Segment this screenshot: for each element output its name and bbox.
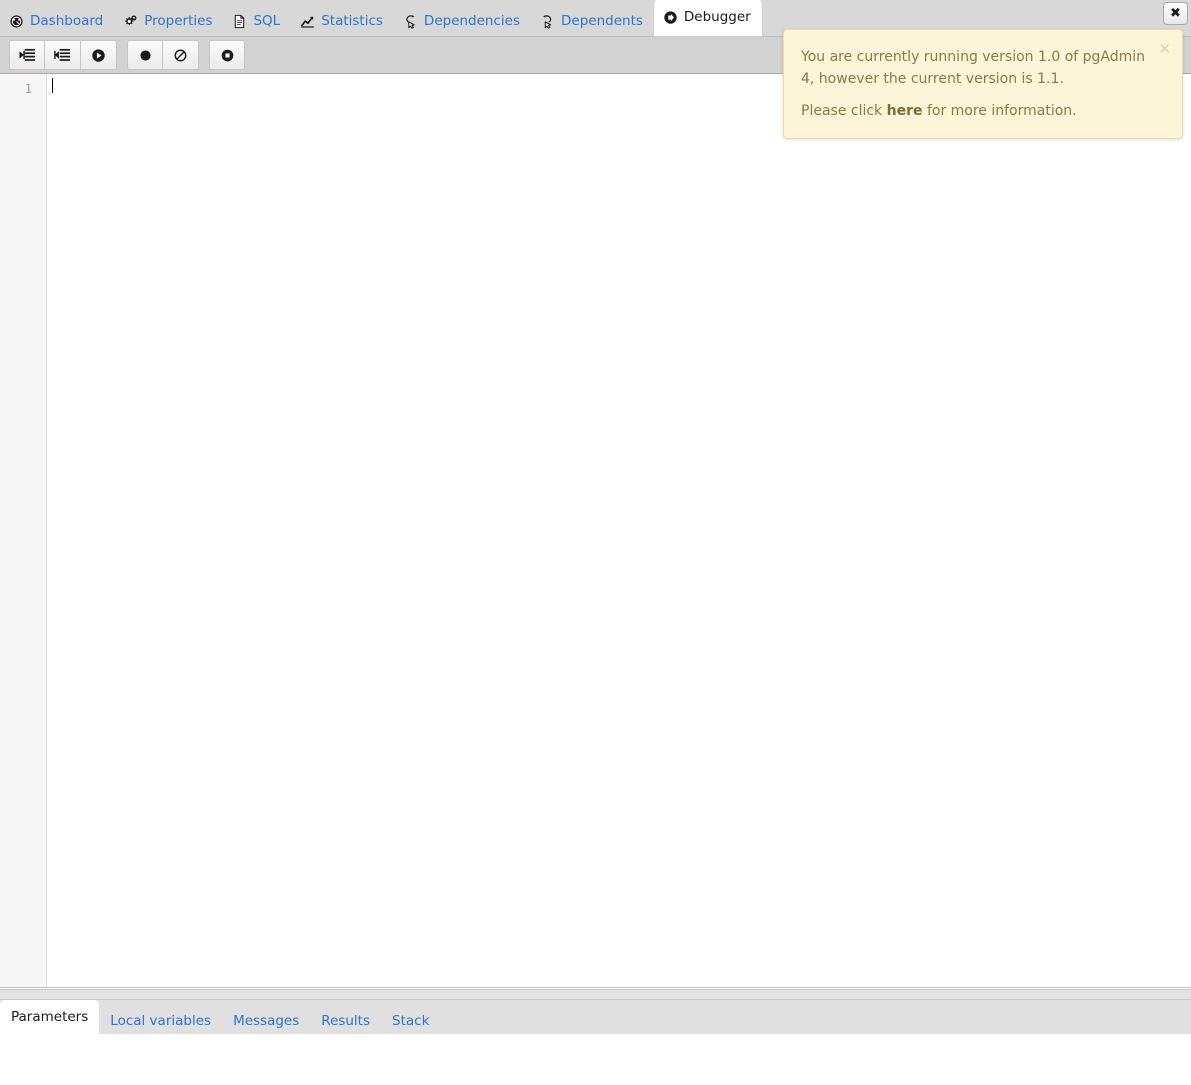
- bottom-tab-results[interactable]: Results: [310, 1008, 381, 1034]
- play-circle-icon: [91, 48, 106, 63]
- clear-breakpoints-button[interactable]: [163, 40, 199, 70]
- bottom-tab-label-stack: Stack: [392, 1013, 429, 1029]
- debugger-code-editor[interactable]: 1: [0, 74, 1191, 988]
- breakpoint-filled-circle-icon: [138, 48, 153, 63]
- stop-button[interactable]: [209, 40, 245, 70]
- tab-statistics[interactable]: Statistics: [291, 7, 394, 36]
- bottom-tab-parameters[interactable]: Parameters: [0, 1000, 99, 1034]
- debugger-bottom-panel: Parameters Local variables Messages Resu…: [0, 1000, 1191, 1085]
- version-notification: × You are currently running version 1.0 …: [783, 29, 1183, 139]
- step-over-icon: [54, 48, 71, 62]
- tab-label-dependents: Dependents: [561, 7, 643, 36]
- tab-label-properties: Properties: [144, 7, 212, 36]
- notification-here-link[interactable]: here: [887, 103, 923, 119]
- notification-close-icon[interactable]: ×: [1158, 41, 1171, 56]
- bottom-tab-messages[interactable]: Messages: [222, 1008, 310, 1034]
- continue-button[interactable]: [81, 40, 117, 70]
- notification-text-before: Please click: [801, 103, 887, 119]
- dependent-link-icon: [540, 14, 555, 29]
- no-entry-circle-icon: [173, 48, 188, 63]
- tab-label-sql: SQL: [253, 7, 280, 36]
- object-tabs: Dashboard Properties: [0, 0, 762, 36]
- pgadmin-debugger-window: Dashboard Properties: [0, 0, 1191, 1085]
- bottom-tab-label-parameters: Parameters: [11, 1009, 88, 1025]
- bottom-tab-stack[interactable]: Stack: [381, 1008, 440, 1034]
- stop-square-circle-icon: [220, 48, 235, 63]
- debugger-toolbar-buttons: [9, 40, 245, 70]
- bottom-tab-label-local-variables: Local variables: [110, 1013, 211, 1029]
- tab-sql[interactable]: SQL: [223, 7, 291, 36]
- tab-label-statistics: Statistics: [321, 7, 383, 36]
- dependency-link-icon: [403, 14, 418, 29]
- step-into-icon: [19, 48, 36, 62]
- step-into-button[interactable]: [9, 40, 45, 70]
- tab-dependencies[interactable]: Dependencies: [394, 7, 531, 36]
- bottom-panel-content: [0, 1034, 1191, 1085]
- toolbar-group-stop: [209, 40, 245, 70]
- tab-label-dashboard: Dashboard: [30, 7, 103, 36]
- toolbar-group-stepping: [9, 40, 117, 70]
- debugger-arrow-icon: [663, 10, 678, 25]
- line-chart-icon: [300, 14, 315, 29]
- document-icon: [232, 14, 247, 29]
- bottom-tab-bar: Parameters Local variables Messages Resu…: [0, 1000, 1191, 1034]
- line-number: 1: [0, 80, 46, 99]
- editor-gutter[interactable]: 1: [0, 74, 47, 987]
- tab-debugger[interactable]: Debugger: [654, 0, 762, 36]
- editor-code-area[interactable]: [47, 74, 1191, 987]
- gears-icon: [123, 14, 138, 29]
- close-icon: ✖: [1170, 7, 1181, 20]
- bottom-tab-local-variables[interactable]: Local variables: [99, 1008, 222, 1034]
- tab-label-dependencies: Dependencies: [424, 7, 520, 36]
- notification-line-2: Please click here for more information.: [801, 100, 1162, 122]
- bottom-tab-label-messages: Messages: [233, 1013, 299, 1029]
- step-over-button[interactable]: [45, 40, 81, 70]
- dashboard-gauge-icon: [9, 14, 24, 29]
- notification-text-after: for more information.: [923, 103, 1077, 119]
- toggle-breakpoint-button[interactable]: [127, 40, 163, 70]
- tab-dependents[interactable]: Dependents: [531, 7, 654, 36]
- toolbar-group-breakpoints: [127, 40, 199, 70]
- panel-splitter[interactable]: [0, 989, 1191, 1000]
- close-window-button[interactable]: ✖: [1163, 2, 1188, 25]
- tab-dashboard[interactable]: Dashboard: [0, 7, 114, 36]
- tab-label-debugger: Debugger: [684, 0, 751, 36]
- tab-properties[interactable]: Properties: [114, 7, 223, 36]
- notification-line-1: You are currently running version 1.0 of…: [801, 46, 1162, 90]
- text-caret: [52, 78, 53, 93]
- bottom-tab-label-results: Results: [321, 1013, 370, 1029]
